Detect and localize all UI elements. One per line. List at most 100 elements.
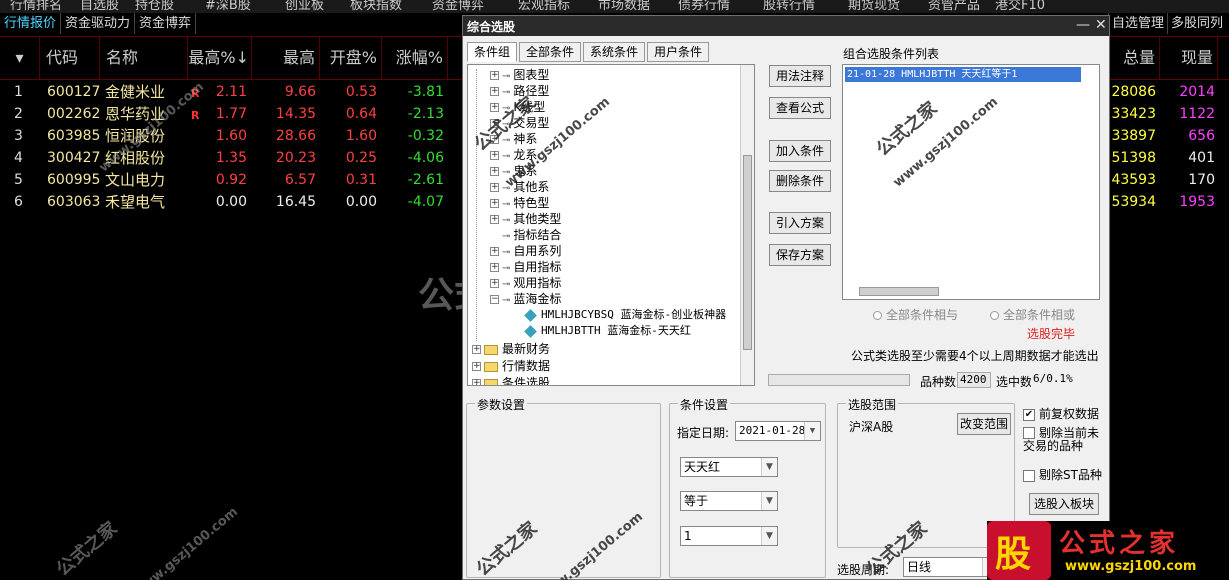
delete-condition-button[interactable]: 删除条件	[769, 170, 831, 192]
menu-item[interactable]: 港交F10	[995, 0, 1045, 13]
condition-list[interactable]: 21-01-28 HMLHJBTTH 天天红等于1	[842, 64, 1100, 300]
tree-scrollbar[interactable]	[740, 65, 754, 385]
change-range-button[interactable]: 改变范围	[957, 413, 1011, 435]
tree-node[interactable]: ⊸ 指标结合	[490, 227, 561, 243]
selected-label: 选中数	[996, 375, 1033, 389]
expand-icon[interactable]: +	[490, 103, 499, 112]
tree-node[interactable]: + ⊸ 鬼系	[490, 163, 537, 179]
condition-list-item[interactable]: 21-01-28 HMLHJBTTH 天天红等于1	[845, 67, 1081, 82]
chevron-down-icon: ▼	[804, 422, 820, 440]
expand-icon[interactable]: +	[490, 215, 499, 224]
remove-suspended-checkbox[interactable]: 剔除当前未交易的品种	[1023, 427, 1105, 453]
tree-node[interactable]: + ⊸ 观用指标	[490, 275, 561, 291]
column-menu-icon[interactable]: ▾	[0, 37, 40, 79]
col-code[interactable]: 代码	[40, 37, 100, 79]
tab-condition-group[interactable]: 条件组	[467, 42, 518, 62]
menu-item[interactable]: 期货现货	[848, 0, 900, 13]
expand-icon[interactable]: +	[490, 263, 499, 272]
menu-item[interactable]: 股转行情	[763, 0, 815, 13]
tab-fund-game[interactable]: 资金博弈	[135, 13, 197, 34]
minimize-icon[interactable]: —	[1076, 17, 1090, 33]
view-formula-button[interactable]: 查看公式	[769, 97, 831, 119]
menu-item[interactable]: 资金博弈	[432, 0, 484, 13]
collapse-icon[interactable]: −	[490, 295, 499, 304]
tab-user-conditions[interactable]: 用户条件	[647, 42, 710, 62]
expand-icon[interactable]: +	[490, 199, 499, 208]
expand-icon[interactable]: +	[490, 279, 499, 288]
tab-watchlist-manage[interactable]: 自选管理	[1108, 13, 1167, 34]
col-high[interactable]: 最高	[252, 37, 320, 79]
menu-item[interactable]: 债券行情	[678, 0, 730, 13]
tab-quote[interactable]: 行情报价	[0, 13, 62, 34]
tree-scroll-thumb[interactable]	[743, 155, 752, 350]
operator-select[interactable]: 等于 ▼	[680, 491, 778, 511]
period-select[interactable]: 日线▼	[903, 557, 999, 577]
remove-st-checkbox[interactable]: 剔除ST品种	[1023, 466, 1102, 483]
menu-item[interactable]: 资管产品	[928, 0, 980, 13]
tree-leaf[interactable]: HMLHJBTTH 蓝海金标-天天红	[524, 323, 691, 339]
list-hscroll-thumb[interactable]	[859, 287, 939, 296]
tab-all-conditions[interactable]: 全部条件	[519, 42, 582, 62]
col-volume[interactable]: 总量	[1110, 37, 1160, 79]
menu-item[interactable]: 创业板	[285, 0, 324, 13]
indicator-select[interactable]: 天天红 ▼	[680, 457, 778, 477]
expand-icon[interactable]: +	[490, 119, 499, 128]
menu-item[interactable]: 板块指数	[350, 0, 402, 13]
tree-node-label: 龙系	[513, 148, 538, 162]
expand-icon[interactable]: +	[490, 167, 499, 176]
col-current-vol[interactable]: 现量	[1160, 37, 1218, 79]
condition-tree[interactable]: + ⊸ 图表型 + ⊸ 路径型 + ⊸ K线型 + ⊸ 交易型 + ⊸ 神系 + ⊸ 龙系 + ⊸ 鬼系 + ⊸ 其他系 + ⊸ 特…	[467, 64, 755, 386]
tree-folder[interactable]: + 条件选股	[472, 375, 550, 385]
expand-icon[interactable]: +	[490, 135, 499, 144]
tree-node[interactable]: + ⊸ 龙系	[490, 147, 537, 163]
menu-item[interactable]: 市场数据	[598, 0, 650, 13]
expand-icon[interactable]: +	[490, 183, 499, 192]
expand-icon[interactable]: +	[490, 71, 499, 80]
usage-notes-button[interactable]: 用法注释	[769, 65, 831, 87]
expand-icon[interactable]: +	[490, 87, 499, 96]
tab-fund-drive[interactable]: 资金驱动力	[61, 13, 136, 34]
value-select[interactable]: 1 ▼	[680, 526, 778, 546]
add-to-block-button[interactable]: 选股入板块	[1029, 493, 1099, 515]
import-scheme-button[interactable]: 引入方案	[769, 212, 831, 234]
col-high-pct[interactable]: 最高%↓	[188, 37, 252, 79]
tree-node[interactable]: − ⊸ 蓝海金标	[490, 291, 561, 307]
tree-node[interactable]: + ⊸ 路径型	[490, 83, 549, 99]
col-open-pct[interactable]: 开盘%	[320, 37, 382, 79]
tree-node[interactable]: + ⊸ 特色型	[490, 195, 549, 211]
add-condition-button[interactable]: 加入条件	[769, 140, 831, 162]
tab-multi-stock[interactable]: 多股同列	[1167, 13, 1226, 34]
tree-node[interactable]: + ⊸ 图表型	[490, 67, 549, 83]
tree-node[interactable]: + ⊸ 神系	[490, 131, 537, 147]
tree-node[interactable]: + ⊸ K线型	[490, 99, 545, 115]
close-icon[interactable]: ✕	[1095, 17, 1107, 33]
save-scheme-button[interactable]: 保存方案	[769, 244, 831, 266]
date-select[interactable]: 2021-01-28 ▼	[735, 421, 821, 441]
tab-system-conditions[interactable]: 系统条件	[583, 42, 646, 62]
expand-icon[interactable]: +	[472, 362, 481, 371]
col-change-pct[interactable]: 涨幅%	[382, 37, 448, 79]
menu-item[interactable]: 宏观指标	[518, 0, 570, 13]
row-name: 恩华药业	[105, 105, 166, 123]
tree-leaf[interactable]: HMLHJBCYBSQ 蓝海金标-创业板神器	[524, 307, 726, 323]
tree-node[interactable]: + ⊸ 自用指标	[490, 259, 561, 275]
adjust-data-checkbox[interactable]: ✔ 前复权数据	[1023, 405, 1099, 422]
menu-item[interactable]: #深B股	[205, 0, 251, 13]
menu-item[interactable]: 持仓股	[135, 0, 174, 13]
expand-icon[interactable]: +	[490, 247, 499, 256]
expand-icon[interactable]	[490, 231, 499, 240]
tree-node[interactable]: + ⊸ 自用系列	[490, 243, 561, 259]
menu-item[interactable]: 行情排名	[10, 0, 62, 13]
radio-all-or[interactable]: 全部条件相或	[990, 306, 1075, 323]
tree-node[interactable]: + ⊸ 其他系	[490, 179, 549, 195]
expand-icon[interactable]: +	[472, 379, 481, 385]
tree-node[interactable]: + ⊸ 交易型	[490, 115, 549, 131]
col-name[interactable]: 名称	[100, 37, 188, 79]
expand-icon[interactable]: +	[490, 151, 499, 160]
tree-node[interactable]: + ⊸ 其他类型	[490, 211, 561, 227]
radio-all-and[interactable]: 全部条件相与	[873, 306, 958, 323]
expand-icon[interactable]: +	[472, 345, 481, 354]
tree-folder[interactable]: + 行情数据	[472, 358, 550, 374]
tree-folder[interactable]: + 最新财务	[472, 341, 550, 357]
menu-item[interactable]: 自选股	[80, 0, 119, 13]
